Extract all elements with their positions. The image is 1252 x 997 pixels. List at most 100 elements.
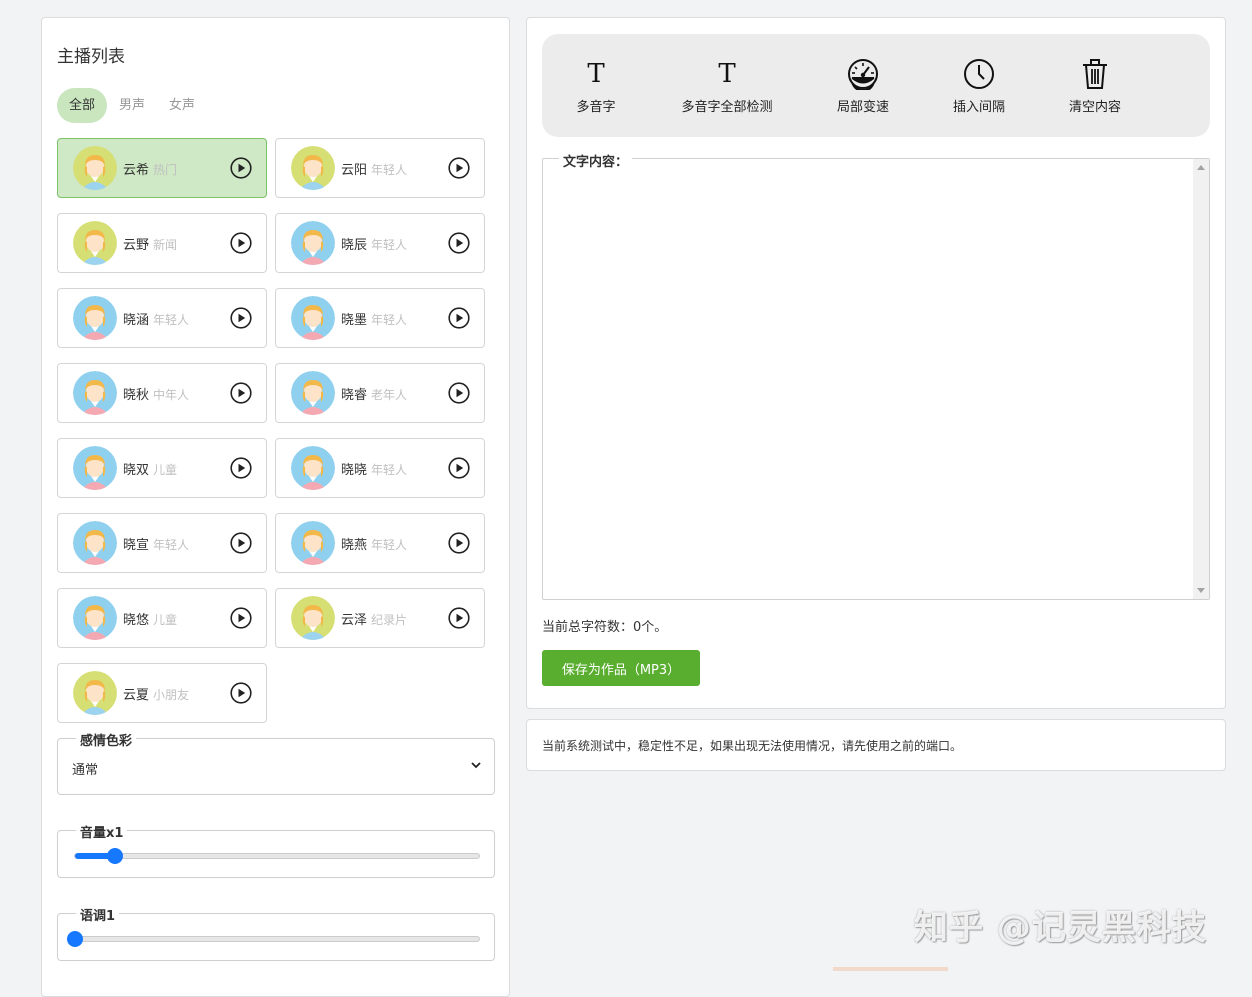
emotion-label: 感情色彩	[76, 730, 137, 749]
anchor-tag: 中年人	[153, 388, 190, 402]
text-content-input[interactable]	[543, 159, 1193, 599]
anchor-name: 云泽 纪录片	[341, 609, 407, 628]
anchor-name: 云希 热门	[123, 159, 177, 178]
anchor-card[interactable]: 晓睿 老年人	[275, 363, 485, 423]
anchor-card[interactable]: 云希 热门	[57, 138, 267, 198]
play-icon[interactable]	[230, 532, 252, 554]
anchor-tag: 年轻人	[371, 313, 408, 327]
anchor-name: 晓睿 老年人	[341, 384, 407, 403]
anchor-card[interactable]: 晓秋 中年人	[57, 363, 267, 423]
anchor-name: 晓涵 年轻人	[123, 309, 189, 328]
anchor-tag: 纪录片	[371, 613, 408, 627]
save-mp3-button[interactable]: 保存为作品（MP3）	[542, 650, 700, 686]
anchor-card[interactable]: 云阳 年轻人	[275, 138, 485, 198]
emotion-select[interactable]: 感情色彩 通常	[57, 730, 495, 795]
anchor-tag: 年轻人	[153, 538, 190, 552]
play-icon[interactable]	[230, 307, 252, 329]
volume-label: 音量x1	[76, 822, 128, 841]
editor-toolbar: T 多音字 T 多音字全部检测 局部变速 插入间隔 清空内容	[542, 34, 1210, 137]
play-icon[interactable]	[230, 682, 252, 704]
filter-tab-male[interactable]: 男声	[107, 88, 157, 123]
scroll-up-icon[interactable]	[1197, 165, 1205, 170]
anchor-list-title: 主播列表	[57, 47, 125, 67]
anchor-card[interactable]: 晓悠 儿童	[57, 588, 267, 648]
watermark: 知乎 @记灵黑科技	[914, 908, 1207, 948]
trash-icon	[1083, 59, 1107, 89]
anchor-tag: 新闻	[153, 238, 178, 252]
avatar	[73, 221, 117, 265]
clock-icon	[964, 59, 994, 89]
pitch-slider-thumb[interactable]	[67, 931, 83, 947]
partial-speed-button[interactable]: 局部变速	[834, 58, 892, 115]
filter-tab-all[interactable]: 全部	[57, 88, 108, 123]
volume-slider[interactable]	[74, 848, 480, 864]
anchor-name-text: 晓睿	[341, 388, 368, 403]
anchor-name-text: 云泽	[341, 613, 368, 628]
gender-filter-tabs: 全部 男声 女声	[57, 88, 207, 123]
text-scrollbar[interactable]	[1193, 159, 1209, 599]
anchor-name: 云夏 小朋友	[123, 684, 189, 703]
avatar	[73, 521, 117, 565]
insert-interval-button[interactable]: 插入间隔	[950, 58, 1008, 115]
play-icon[interactable]	[230, 157, 252, 179]
play-icon[interactable]	[448, 232, 470, 254]
play-icon[interactable]	[448, 157, 470, 179]
anchor-name: 云阳 年轻人	[341, 159, 407, 178]
polyphone-button[interactable]: T 多音字	[576, 58, 616, 115]
anchor-name-text: 晓双	[123, 463, 150, 478]
clear-content-label: 清空内容	[1068, 100, 1121, 115]
anchor-tag: 老年人	[371, 388, 408, 402]
anchor-name-text: 云野	[123, 238, 150, 253]
anchor-card[interactable]: 晓涵 年轻人	[57, 288, 267, 348]
anchor-card[interactable]: 晓宣 年轻人	[57, 513, 267, 573]
bottom-strip	[833, 967, 948, 971]
avatar	[291, 521, 335, 565]
insert-interval-label: 插入间隔	[952, 100, 1005, 115]
anchor-card[interactable]: 云夏 小朋友	[57, 663, 267, 723]
filter-tab-female[interactable]: 女声	[157, 88, 207, 123]
play-icon[interactable]	[448, 532, 470, 554]
avatar	[73, 146, 117, 190]
scroll-down-icon[interactable]	[1197, 588, 1205, 593]
anchor-card[interactable]: 云野 新闻	[57, 213, 267, 273]
play-icon[interactable]	[230, 232, 252, 254]
avatar	[291, 221, 335, 265]
volume-slider-thumb[interactable]	[107, 848, 124, 864]
play-icon[interactable]	[230, 382, 252, 404]
play-icon[interactable]	[448, 457, 470, 479]
anchor-card[interactable]: 晓双 儿童	[57, 438, 267, 498]
pitch-slider[interactable]	[67, 931, 480, 947]
play-icon[interactable]	[448, 307, 470, 329]
anchor-card[interactable]: 晓辰 年轻人	[275, 213, 485, 273]
anchor-card[interactable]: 晓晓 年轻人	[275, 438, 485, 498]
anchor-card[interactable]: 晓燕 年轻人	[275, 513, 485, 573]
anchor-name: 晓秋 中年人	[123, 384, 189, 403]
clear-content-button[interactable]: 清空内容	[1066, 58, 1124, 115]
anchor-card[interactable]: 云泽 纪录片	[275, 588, 485, 648]
editor-panel: T 多音字 T 多音字全部检测 局部变速 插入间隔 清空内容 文字内容： 当前总…	[526, 17, 1226, 709]
avatar	[73, 296, 117, 340]
chevron-down-icon	[471, 762, 481, 769]
char-count-text: 当前总字符数：0个。	[542, 620, 668, 635]
play-icon[interactable]	[448, 607, 470, 629]
anchor-tag: 年轻人	[371, 238, 408, 252]
anchor-name-text: 晓秋	[123, 388, 150, 403]
play-icon[interactable]	[230, 607, 252, 629]
anchor-name: 晓双 儿童	[123, 459, 177, 478]
anchor-tag: 儿童	[153, 613, 178, 627]
text-content-box: 文字内容：	[542, 151, 1210, 600]
anchor-name-text: 晓墨	[341, 313, 368, 328]
anchor-name-text: 云阳	[341, 163, 368, 178]
avatar	[291, 596, 335, 640]
play-icon[interactable]	[448, 382, 470, 404]
avatar	[291, 296, 335, 340]
text-t-icon: T	[718, 59, 736, 89]
anchor-tag: 年轻人	[371, 538, 408, 552]
polyphone-detect-all-button[interactable]: T 多音字全部检测	[677, 58, 777, 115]
anchor-card[interactable]: 晓墨 年轻人	[275, 288, 485, 348]
anchor-name-text: 晓悠	[123, 613, 150, 628]
play-icon[interactable]	[230, 457, 252, 479]
avatar	[291, 371, 335, 415]
anchor-tag: 年轻人	[153, 313, 190, 327]
anchor-name: 晓悠 儿童	[123, 609, 177, 628]
